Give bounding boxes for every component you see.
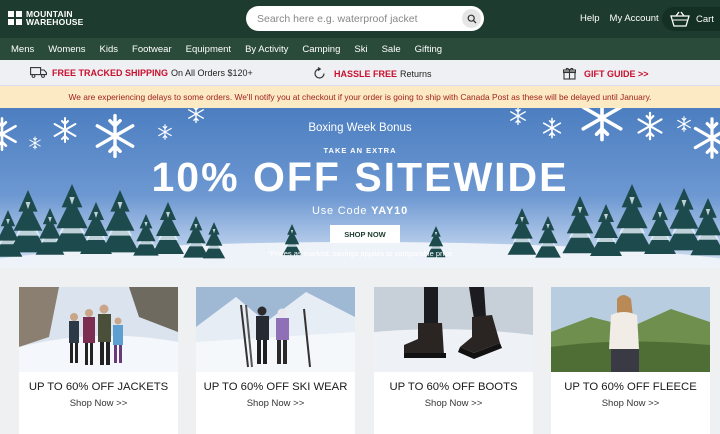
- category-card-fleece[interactable]: UP TO 60% OFF FLEECE Shop Now >>: [551, 287, 710, 434]
- delivery-notice-text: We are experiencing delays to some order…: [68, 92, 652, 102]
- nav-item-ski[interactable]: Ski: [354, 44, 367, 55]
- usp-shipping-text: On All Orders $120+: [171, 67, 253, 78]
- card-title: UP TO 60% OFF SKI WEAR: [203, 381, 348, 393]
- usp-shipping[interactable]: FREE TRACKED SHIPPING On All Orders $120…: [30, 67, 253, 78]
- hero-promo-code: Use Code YAY10: [0, 205, 720, 217]
- usp-returns-text: Returns: [400, 68, 432, 79]
- category-card-ski-wear[interactable]: UP TO 60% OFF SKI WEAR Shop Now >>: [196, 287, 355, 434]
- hero-banner[interactable]: Boxing Week Bonus TAKE AN EXTRA 10% OFF …: [0, 108, 720, 268]
- main-nav: Mens Womens Kids Footwear Equipment By A…: [0, 38, 720, 60]
- nav-item-footwear[interactable]: Footwear: [132, 44, 172, 55]
- truck-icon: [30, 67, 47, 78]
- usp-bar: FREE TRACKED SHIPPING On All Orders $120…: [0, 60, 720, 86]
- nav-item-kids[interactable]: Kids: [100, 44, 118, 55]
- hero-headline: 10% OFF SITEWIDE: [151, 154, 569, 200]
- fleece-image: [551, 287, 710, 372]
- card-title: UP TO 60% OFF BOOTS: [389, 381, 518, 393]
- cart-button[interactable]: Cart: [662, 7, 720, 31]
- search-button[interactable]: [462, 9, 481, 28]
- logo-line2: WAREHOUSE: [26, 17, 84, 27]
- nav-item-mens[interactable]: Mens: [11, 44, 34, 55]
- usp-shipping-highlight: FREE TRACKED SHIPPING: [52, 67, 169, 78]
- usp-returns[interactable]: HASSLE FREE Returns: [313, 67, 432, 80]
- shop-now-button[interactable]: SHOP NOW: [330, 225, 400, 243]
- returns-icon: [314, 67, 325, 79]
- usp-returns-highlight: HASSLE FREE: [334, 68, 398, 79]
- nav-item-equipment[interactable]: Equipment: [186, 44, 231, 55]
- nav-item-sale[interactable]: Sale: [382, 44, 401, 55]
- category-card-boots[interactable]: UP TO 60% OFF BOOTS Shop Now >>: [374, 287, 533, 434]
- promo-code-prefix: Use Code: [311, 205, 368, 217]
- hero-eyebrow: Boxing Week Bonus: [308, 122, 412, 134]
- usp-gift-guide-link: GIFT GUIDE >>: [584, 68, 649, 79]
- boots-image: [374, 287, 533, 372]
- nav-item-camping[interactable]: Camping: [302, 44, 340, 55]
- brand-logo[interactable]: MOUNTAIN WAREHOUSE: [8, 10, 84, 26]
- usp-gift-guide[interactable]: GIFT GUIDE >>: [563, 67, 649, 80]
- logo-cross-icon: [8, 11, 22, 25]
- nav-item-womens[interactable]: Womens: [48, 44, 85, 55]
- search-icon: [467, 14, 476, 23]
- help-link[interactable]: Help: [580, 13, 600, 24]
- card-title: UP TO 60% OFF JACKETS: [28, 381, 169, 393]
- top-header: MOUNTAIN WAREHOUSE Help My Account Cart: [0, 0, 720, 38]
- promo-code: YAY10: [371, 205, 409, 217]
- my-account-link[interactable]: My Account: [610, 13, 659, 24]
- hero-fineprint: *Prices as marked, savings applies to co…: [267, 249, 453, 258]
- nav-item-gifting[interactable]: Gifting: [415, 44, 442, 55]
- ski-wear-image: [196, 287, 355, 372]
- shop-now-link[interactable]: Shop Now >>: [196, 398, 355, 409]
- jackets-image: [19, 287, 178, 372]
- search-input[interactable]: [246, 6, 446, 31]
- category-card-jackets[interactable]: UP TO 60% OFF JACKETS Shop Now >>: [19, 287, 178, 434]
- delivery-notice: We are experiencing delays to some order…: [0, 86, 720, 108]
- shop-now-link[interactable]: Shop Now >>: [374, 398, 533, 409]
- search-bar: [246, 6, 484, 31]
- shop-now-link[interactable]: Shop Now >>: [19, 398, 178, 409]
- nav-item-by-activity[interactable]: By Activity: [245, 44, 288, 55]
- cart-label: Cart: [696, 13, 714, 25]
- basket-icon: [670, 11, 690, 27]
- gift-icon: [563, 67, 576, 80]
- card-title: UP TO 60% OFF FLEECE: [564, 381, 697, 393]
- shop-now-link[interactable]: Shop Now >>: [551, 398, 710, 409]
- category-cards: UP TO 60% OFF JACKETS Shop Now >> UP TO …: [0, 268, 720, 434]
